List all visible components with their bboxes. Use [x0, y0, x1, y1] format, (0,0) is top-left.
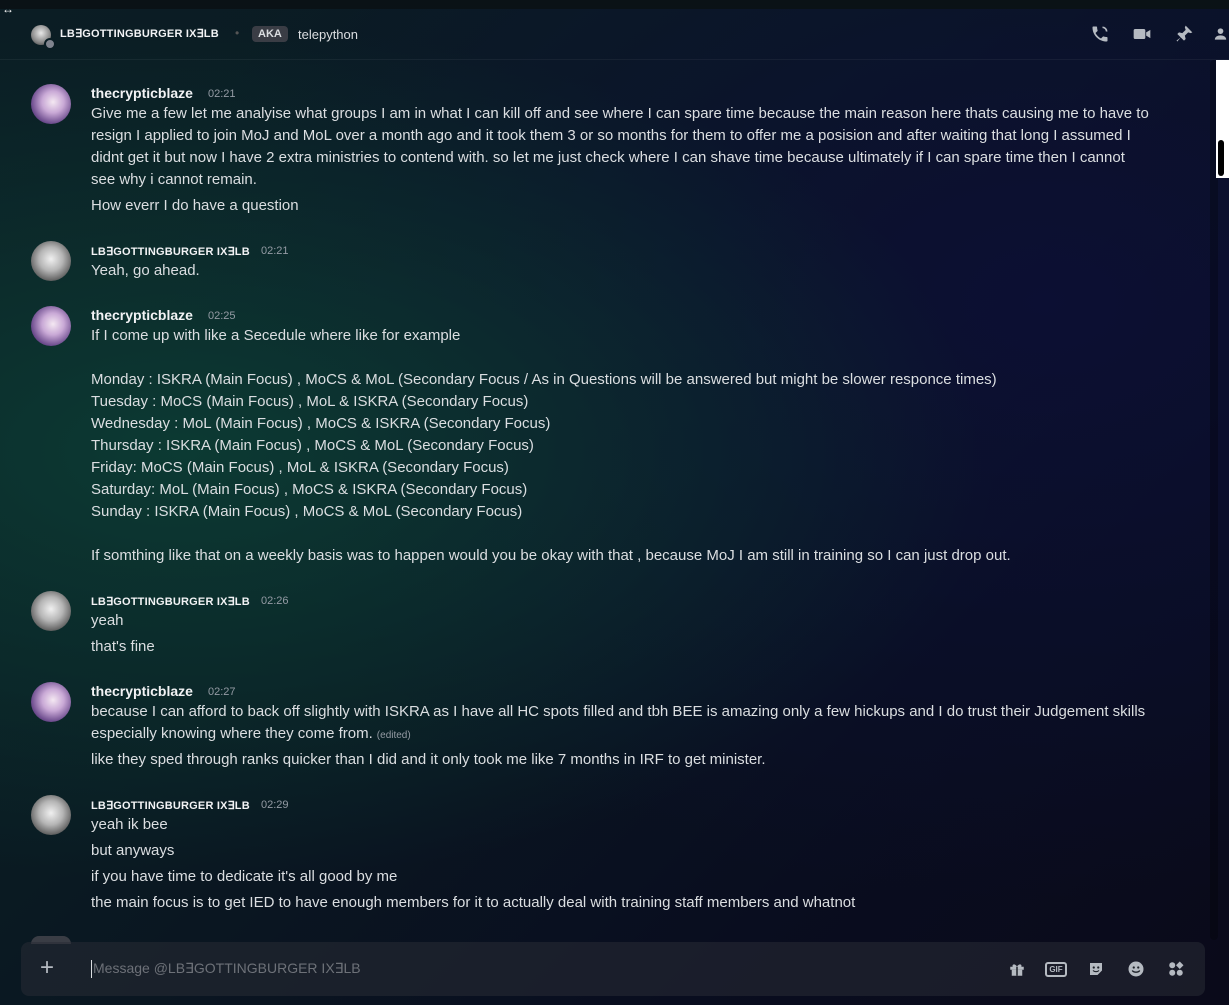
message-text: yeah	[91, 612, 124, 629]
message-text: didnt get it but now I have 2 extra mini…	[91, 149, 1125, 166]
avatar[interactable]	[31, 306, 71, 346]
message-text: How everr I do have a question	[91, 197, 299, 214]
message-text: Wednesday : MoL (Main Focus) , MoCS & IS…	[91, 415, 551, 432]
dm-title[interactable]: LB∃GOTTINGBURGER IX∃LB	[60, 27, 219, 40]
message-text: see why i cannot remain.	[91, 171, 257, 188]
timestamp: 02:25	[208, 310, 236, 322]
message-text: the main focus is to get IED to have eno…	[91, 894, 856, 911]
username[interactable]: LB∃GOTTINGBURGER IX∃LB	[91, 595, 250, 608]
message-text: that's fine	[91, 638, 155, 655]
emoji-icon[interactable]	[1125, 958, 1147, 980]
message-text: Yeah, go ahead.	[91, 262, 200, 279]
window-top-edge	[0, 0, 1229, 9]
message-text: Saturday: MoL (Main Focus) , MoCS & ISKR…	[91, 481, 528, 498]
people-icon[interactable]	[1212, 23, 1229, 45]
aka-badge: AKA	[252, 26, 288, 42]
timestamp: 02:26	[261, 595, 289, 607]
username[interactable]: thecrypticblaze	[91, 683, 193, 699]
username[interactable]: thecrypticblaze	[91, 307, 193, 323]
message-text: because I can afford to back off slightl…	[91, 703, 1146, 720]
video-camera-icon[interactable]	[1131, 23, 1153, 45]
edited-label: (edited)	[376, 730, 411, 741]
username[interactable]: thecrypticblaze	[91, 85, 193, 101]
timestamp: 02:21	[208, 88, 236, 100]
gif-icon[interactable]: GIF	[1045, 958, 1067, 980]
sticker-icon[interactable]	[1085, 958, 1107, 980]
avatar[interactable]	[31, 84, 71, 124]
avatar[interactable]	[31, 241, 71, 281]
message-text: Thursday : ISKRA (Main Focus) , MoCS & M…	[91, 437, 534, 454]
avatar[interactable]	[31, 795, 71, 835]
message-text-span: especially knowing where they come from.	[91, 725, 373, 742]
message-text: Give me a few let me analyise what group…	[91, 105, 1149, 122]
message-text: Monday : ISKRA (Main Focus) , MoCS & MoL…	[91, 371, 997, 388]
message-text: resign I applied to join MoJ and MoL ove…	[91, 127, 1131, 144]
chat-scrollbar[interactable]	[1210, 60, 1218, 940]
gift-icon[interactable]	[1006, 958, 1028, 980]
gif-label: GIF	[1045, 961, 1067, 977]
timestamp: 02:21	[261, 245, 289, 257]
timestamp: 02:29	[261, 799, 289, 811]
message-input[interactable]: Message @LB∃GOTTINGBURGER IX∃LB	[93, 960, 361, 977]
avatar[interactable]	[31, 682, 71, 722]
message-text: if you have time to dedicate it's all go…	[91, 868, 398, 885]
message-text: If I come up with like a Secedule where …	[91, 327, 461, 344]
pin-icon[interactable]	[1173, 23, 1195, 45]
message-text: Tuesday : MoCS (Main Focus) , MoL & ISKR…	[91, 393, 529, 410]
right-panel-edge	[1216, 60, 1229, 178]
message-text: especially knowing where they come from.…	[91, 723, 1196, 747]
header-separator: •	[235, 26, 240, 40]
text-caret	[91, 960, 92, 978]
message-text: Friday: MoCS (Main Focus) , MoL & ISKRA …	[91, 459, 509, 476]
aka-name: telepython	[298, 27, 358, 42]
username[interactable]: LB∃GOTTINGBURGER IX∃LB	[91, 245, 250, 258]
status-offline-icon	[44, 38, 56, 50]
add-icon[interactable]: +	[40, 955, 54, 981]
timestamp: 02:27	[208, 686, 236, 698]
message-text: If somthing like that on a weekly basis …	[91, 547, 1011, 564]
message-composer[interactable]: + Message @LB∃GOTTINGBURGER IX∃LB GIF	[21, 942, 1205, 996]
message-text: yeah ik bee	[91, 816, 168, 833]
phone-call-icon[interactable]	[1089, 23, 1111, 45]
apps-icon[interactable]	[1165, 958, 1187, 980]
avatar[interactable]	[31, 591, 71, 631]
username[interactable]: LB∃GOTTINGBURGER IX∃LB	[91, 799, 250, 812]
dm-header: LB∃GOTTINGBURGER IX∃LB • AKA telepython	[0, 9, 1229, 60]
message-text: like they sped through ranks quicker tha…	[91, 751, 766, 768]
message-text: but anyways	[91, 842, 175, 859]
message-text: Sunday : ISKRA (Main Focus) , MoCS & MoL…	[91, 503, 523, 520]
